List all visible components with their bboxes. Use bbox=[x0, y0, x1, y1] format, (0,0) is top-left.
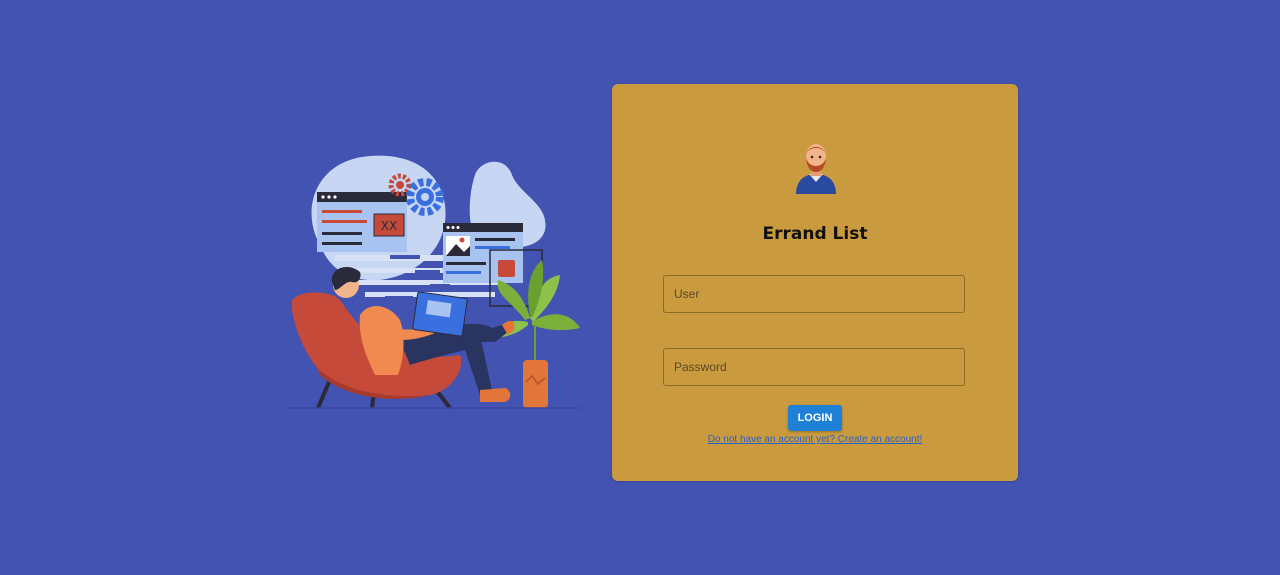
create-account-link[interactable]: Do not have an account yet? Create an ac… bbox=[612, 434, 1018, 445]
hero-illustration: XX bbox=[285, 155, 580, 410]
user-input[interactable] bbox=[663, 275, 965, 313]
user-avatar-icon bbox=[796, 144, 836, 194]
app-title: Errand List bbox=[762, 224, 868, 244]
window-x-text: XX bbox=[381, 219, 397, 233]
browser-window-graphic: XX bbox=[317, 192, 407, 252]
login-button[interactable]: LOGIN bbox=[788, 405, 842, 431]
login-card: Errand List LOGIN Do not have an account… bbox=[612, 84, 1018, 481]
password-input[interactable] bbox=[663, 348, 965, 386]
